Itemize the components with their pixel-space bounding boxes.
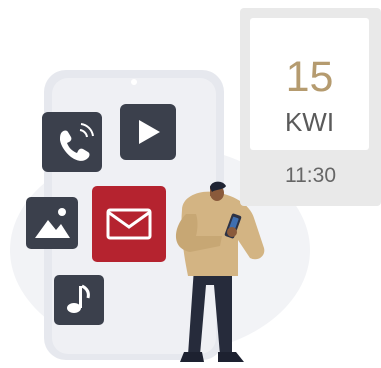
music-app-tile[interactable] xyxy=(54,275,104,325)
date-card: 15 KWI 11:30 xyxy=(240,8,381,206)
time-label: 11:30 xyxy=(285,164,336,187)
month-label: KWI xyxy=(284,107,335,137)
day-number: 15 xyxy=(285,53,334,101)
mail-app-tile[interactable] xyxy=(92,186,166,262)
phone-app-tile[interactable] xyxy=(42,112,102,172)
gallery-app-tile[interactable] xyxy=(26,197,78,249)
date-card-top: 15 KWI xyxy=(250,18,369,150)
video-app-tile[interactable] xyxy=(120,104,176,160)
